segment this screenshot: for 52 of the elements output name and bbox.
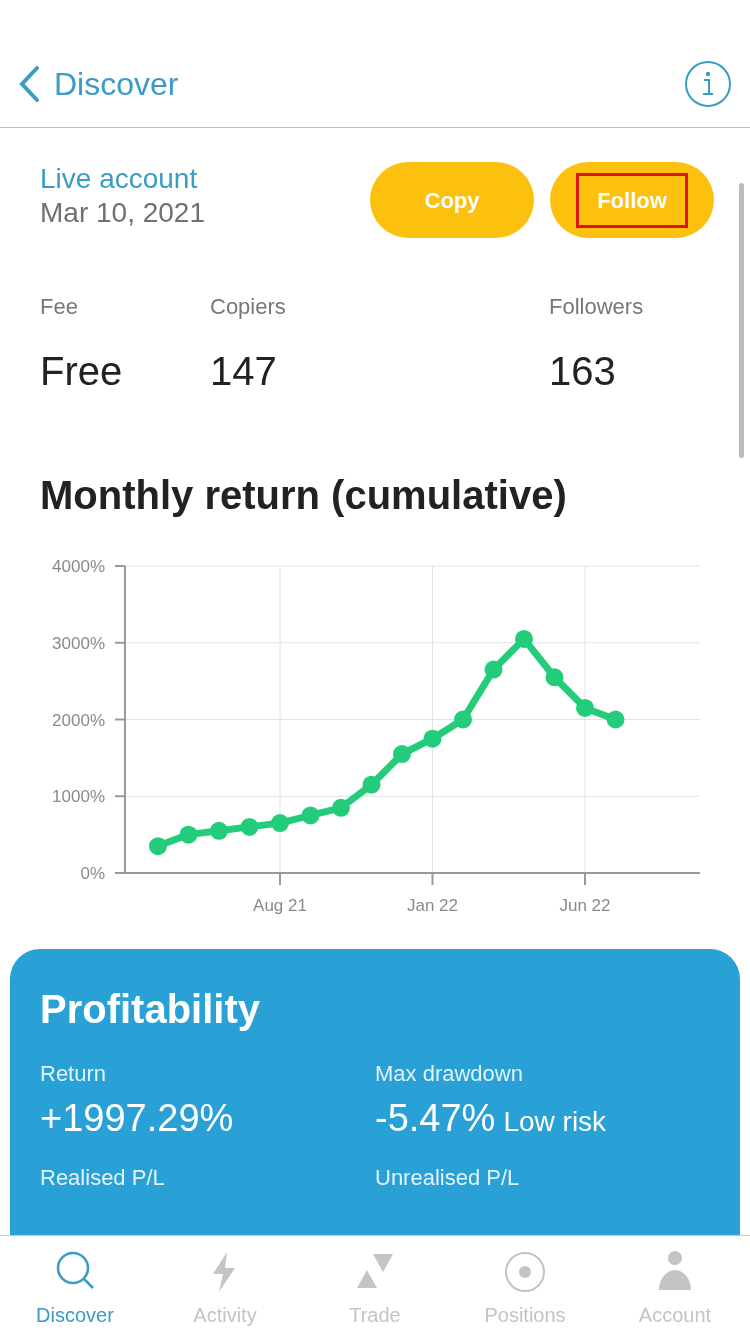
data-point: [149, 837, 167, 856]
metric-value: -5.47%: [375, 1096, 496, 1141]
data-point: [606, 710, 625, 729]
data-point: [576, 699, 594, 717]
axis-label: Jun 22: [559, 896, 611, 915]
axis-label: Jan 22: [407, 896, 458, 915]
data-point: [545, 668, 564, 687]
stat-value: 147: [210, 348, 278, 395]
metric-label: Realised P/L: [40, 1164, 166, 1192]
data-point: [332, 798, 350, 817]
metric-value: +1997.29%: [40, 1096, 234, 1141]
risk-note: Low risk: [503, 1105, 607, 1139]
stat-label: Copiers: [210, 293, 287, 321]
tab[interactable]: Account: [600, 1236, 750, 1334]
stat-label: Followers: [549, 293, 645, 321]
chart-title: Monthly return (cumulative): [40, 472, 568, 519]
tab[interactable]: Activity: [150, 1236, 300, 1334]
data-point: [454, 710, 472, 729]
data-point: [301, 806, 320, 825]
axis-label: 3000%: [52, 633, 105, 653]
data-point: [484, 660, 503, 679]
data-point: [210, 821, 228, 840]
info-icon[interactable]: [684, 59, 732, 108]
target-icon: [503, 1250, 547, 1294]
tab[interactable]: Positions: [450, 1236, 600, 1334]
axis-label: Aug 21: [253, 896, 307, 915]
data-point: [423, 729, 442, 748]
axis-label: 1000%: [52, 787, 105, 807]
metric-label: Unrealised P/L: [375, 1164, 521, 1192]
account-date: Mar 10, 2021: [40, 195, 205, 230]
card-title: Profitability: [40, 986, 262, 1033]
account-type: Live account: [40, 162, 199, 196]
stat-value: Free: [40, 348, 124, 395]
axis-label: 4000%: [52, 557, 105, 576]
metric-label: Max drawdown: [375, 1060, 524, 1088]
tab[interactable]: Discover: [0, 1236, 150, 1334]
follow-button[interactable]: Follow: [550, 162, 714, 238]
tab[interactable]: Trade: [300, 1236, 450, 1334]
back-chevron-icon: [18, 64, 40, 103]
data-point: [515, 629, 533, 648]
copy-button[interactable]: Copy: [370, 162, 534, 238]
data-point: [240, 817, 259, 836]
back-button[interactable]: Discover: [18, 59, 179, 108]
axis-label: 0%: [80, 864, 105, 883]
stat-value: 163: [549, 348, 617, 395]
data-point: [179, 825, 198, 844]
data-point: [362, 775, 381, 794]
axis-label: 2000%: [52, 710, 105, 730]
data-point: [271, 814, 289, 833]
metric-label: Return: [40, 1060, 108, 1088]
stat-label: Fee: [40, 293, 79, 321]
data-point: [393, 745, 411, 764]
